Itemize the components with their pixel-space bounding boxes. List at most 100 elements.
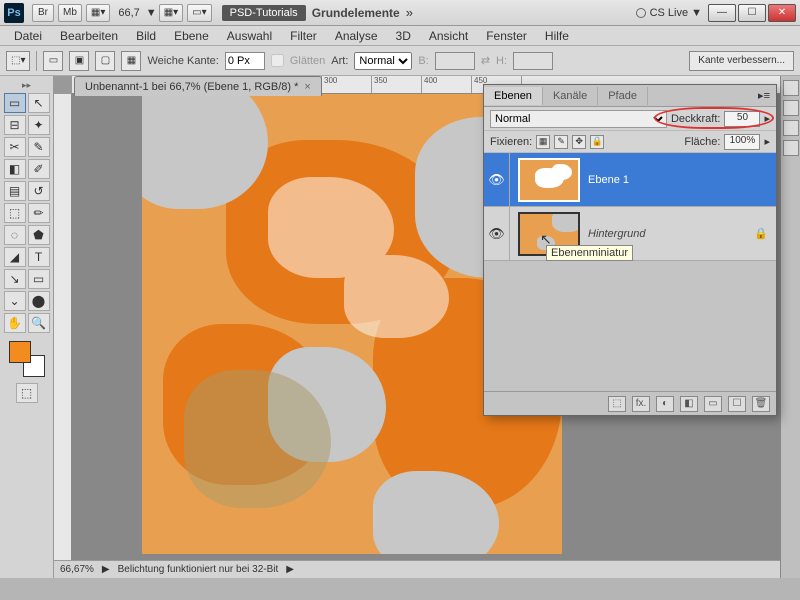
delete-layer-icon[interactable]: 🗑 [752, 396, 770, 412]
menu-auswahl[interactable]: Auswahl [219, 27, 280, 45]
menu-hilfe[interactable]: Hilfe [537, 27, 577, 45]
tool-dodge[interactable]: ⬟ [28, 225, 50, 245]
menu-fenster[interactable]: Fenster [478, 27, 535, 45]
zoom-arrow[interactable]: ▼ [146, 7, 157, 19]
tool-blur[interactable]: ◌ [4, 225, 26, 245]
blend-mode-select[interactable]: Normal [490, 110, 667, 128]
layer-fx-icon[interactable]: fx. [632, 396, 650, 412]
marquee-intersect-icon[interactable]: ▦ [121, 51, 141, 71]
menu-bild[interactable]: Bild [128, 27, 164, 45]
viewmode-button[interactable]: ▦▾ [86, 4, 110, 22]
window-maximize-button[interactable]: ☐ [738, 4, 766, 22]
window-close-button[interactable]: ✕ [768, 4, 796, 22]
tool-3dcam[interactable]: ⬤ [28, 291, 50, 311]
lock-position-icon[interactable]: ✥ [572, 135, 586, 149]
layer-row-ebene1[interactable]: 👁 Ebene 1 [484, 153, 776, 207]
menu-bearbeiten[interactable]: Bearbeiten [52, 27, 126, 45]
dock-masks-icon[interactable] [783, 140, 799, 156]
fg-color-swatch[interactable] [9, 341, 31, 363]
status-arrow-r[interactable]: ▶ [286, 564, 294, 575]
lock-all-icon[interactable]: 🔒 [590, 135, 604, 149]
menu-datei[interactable]: Datei [6, 27, 50, 45]
tool-path[interactable]: ↘ [4, 269, 26, 289]
lock-label: Fixieren: [490, 136, 532, 148]
menu-analyse[interactable]: Analyse [327, 27, 386, 45]
tool-marquee[interactable]: ▭ [4, 93, 26, 113]
link-layers-icon[interactable]: ⬚ [608, 396, 626, 412]
layer-mask-icon[interactable]: ◐ [656, 396, 674, 412]
status-zoom[interactable]: 66,67% [60, 564, 94, 575]
tool-eraser[interactable]: ⬚ [4, 203, 26, 223]
layer-row-hintergrund[interactable]: 👁 Hintergrund 🔒 ↖ Ebenenminiatur [484, 207, 776, 261]
titlebar: Ps Br Mb ▦▾ 66,7 ▼ ▦▾ ▭▾ PSD-Tutorials G… [0, 0, 800, 26]
layer-group-icon[interactable]: ▭ [704, 396, 722, 412]
tab-close-icon[interactable]: × [304, 81, 310, 93]
tool-pen[interactable]: ◢ [4, 247, 26, 267]
workspace-name[interactable]: Grundelemente [312, 6, 400, 20]
tool-quickmask[interactable]: ⬚ [16, 383, 38, 403]
zoom-level[interactable]: 66,7 [118, 7, 139, 19]
refine-edge-button[interactable]: Kante verbessern... [689, 51, 794, 71]
layer-list-empty[interactable] [484, 261, 776, 391]
tool-preset-icon[interactable]: ⬚▾ [6, 51, 30, 71]
layer-thumbnail[interactable] [518, 158, 580, 202]
tool-zoom[interactable]: 🔍 [28, 313, 50, 333]
window-minimize-button[interactable]: — [708, 4, 736, 22]
new-layer-icon[interactable]: ☐ [728, 396, 746, 412]
more-chevrons[interactable]: » [406, 5, 413, 20]
adjustment-layer-icon[interactable]: ◧ [680, 396, 698, 412]
fill-input[interactable]: 100% [724, 134, 760, 150]
menu-ebene[interactable]: Ebene [166, 27, 217, 45]
dock-styles-icon[interactable] [783, 100, 799, 116]
tab-ebenen[interactable]: Ebenen [484, 87, 543, 105]
tool-3d[interactable]: ⌄ [4, 291, 26, 311]
layer-name[interactable]: Hintergrund [588, 228, 754, 240]
dock-adjustments-icon[interactable] [783, 120, 799, 136]
tool-gradient[interactable]: ✏ [28, 203, 50, 223]
visibility-eye-icon[interactable]: 👁 [484, 153, 510, 206]
style-select[interactable]: Normal [354, 52, 412, 70]
tool-stamp[interactable]: ▤ [4, 181, 26, 201]
tool-hand[interactable]: ✋ [4, 313, 26, 333]
opacity-arrow-icon[interactable]: ▸ [764, 112, 770, 125]
toolbox-grip-icon[interactable]: ▸▸ [22, 80, 31, 91]
cslive-label: CS Live [650, 7, 689, 19]
tool-history[interactable]: ↺ [28, 181, 50, 201]
tool-move[interactable]: ↖ [28, 93, 50, 113]
tool-shape[interactable]: ▭ [28, 269, 50, 289]
marquee-add-icon[interactable]: ▣ [69, 51, 89, 71]
screenmode-button[interactable]: ▭▾ [187, 4, 211, 22]
color-swatches[interactable] [9, 341, 45, 377]
dock-swatches-icon[interactable] [783, 80, 799, 96]
marquee-rect-icon[interactable]: ▭ [43, 51, 63, 71]
tool-heal[interactable]: ◧ [4, 159, 26, 179]
tool-eyedropper[interactable]: ✎ [28, 137, 50, 157]
feather-input[interactable] [225, 52, 265, 70]
document-tab[interactable]: Unbenannt-1 bei 66,7% (Ebene 1, RGB/8) *… [74, 76, 322, 96]
arrange-button[interactable]: ▦▾ [159, 4, 183, 22]
bridge-button[interactable]: Br [32, 4, 54, 22]
menu-3d[interactable]: 3D [388, 27, 419, 45]
tab-pfade[interactable]: Pfade [598, 87, 648, 105]
workspace-badge[interactable]: PSD-Tutorials [222, 5, 306, 21]
menu-ansicht[interactable]: Ansicht [421, 27, 476, 45]
fill-arrow-icon[interactable]: ▸ [764, 135, 770, 148]
cslive-button[interactable]: CS Live ▼ [636, 7, 702, 19]
menu-filter[interactable]: Filter [282, 27, 325, 45]
panel-menu-icon[interactable]: ▸≡ [752, 89, 776, 102]
visibility-eye-icon[interactable]: 👁 [484, 207, 510, 260]
tool-type[interactable]: T [28, 247, 50, 267]
lock-transparent-icon[interactable]: ▦ [536, 135, 550, 149]
tool-brush[interactable]: ✐ [28, 159, 50, 179]
tab-kanaele[interactable]: Kanäle [543, 87, 598, 105]
ruler-vertical[interactable] [54, 94, 72, 560]
marquee-sub-icon[interactable]: ▢ [95, 51, 115, 71]
minibridge-button[interactable]: Mb [58, 4, 82, 22]
opacity-input[interactable]: 50 [724, 111, 760, 127]
lock-pixels-icon[interactable]: ✎ [554, 135, 568, 149]
layer-name[interactable]: Ebene 1 [588, 174, 776, 186]
tool-lasso[interactable]: ⊟ [4, 115, 26, 135]
tool-crop[interactable]: ✂ [4, 137, 26, 157]
tool-wand[interactable]: ✦ [28, 115, 50, 135]
status-arrow-l[interactable]: ▶ [102, 564, 110, 575]
